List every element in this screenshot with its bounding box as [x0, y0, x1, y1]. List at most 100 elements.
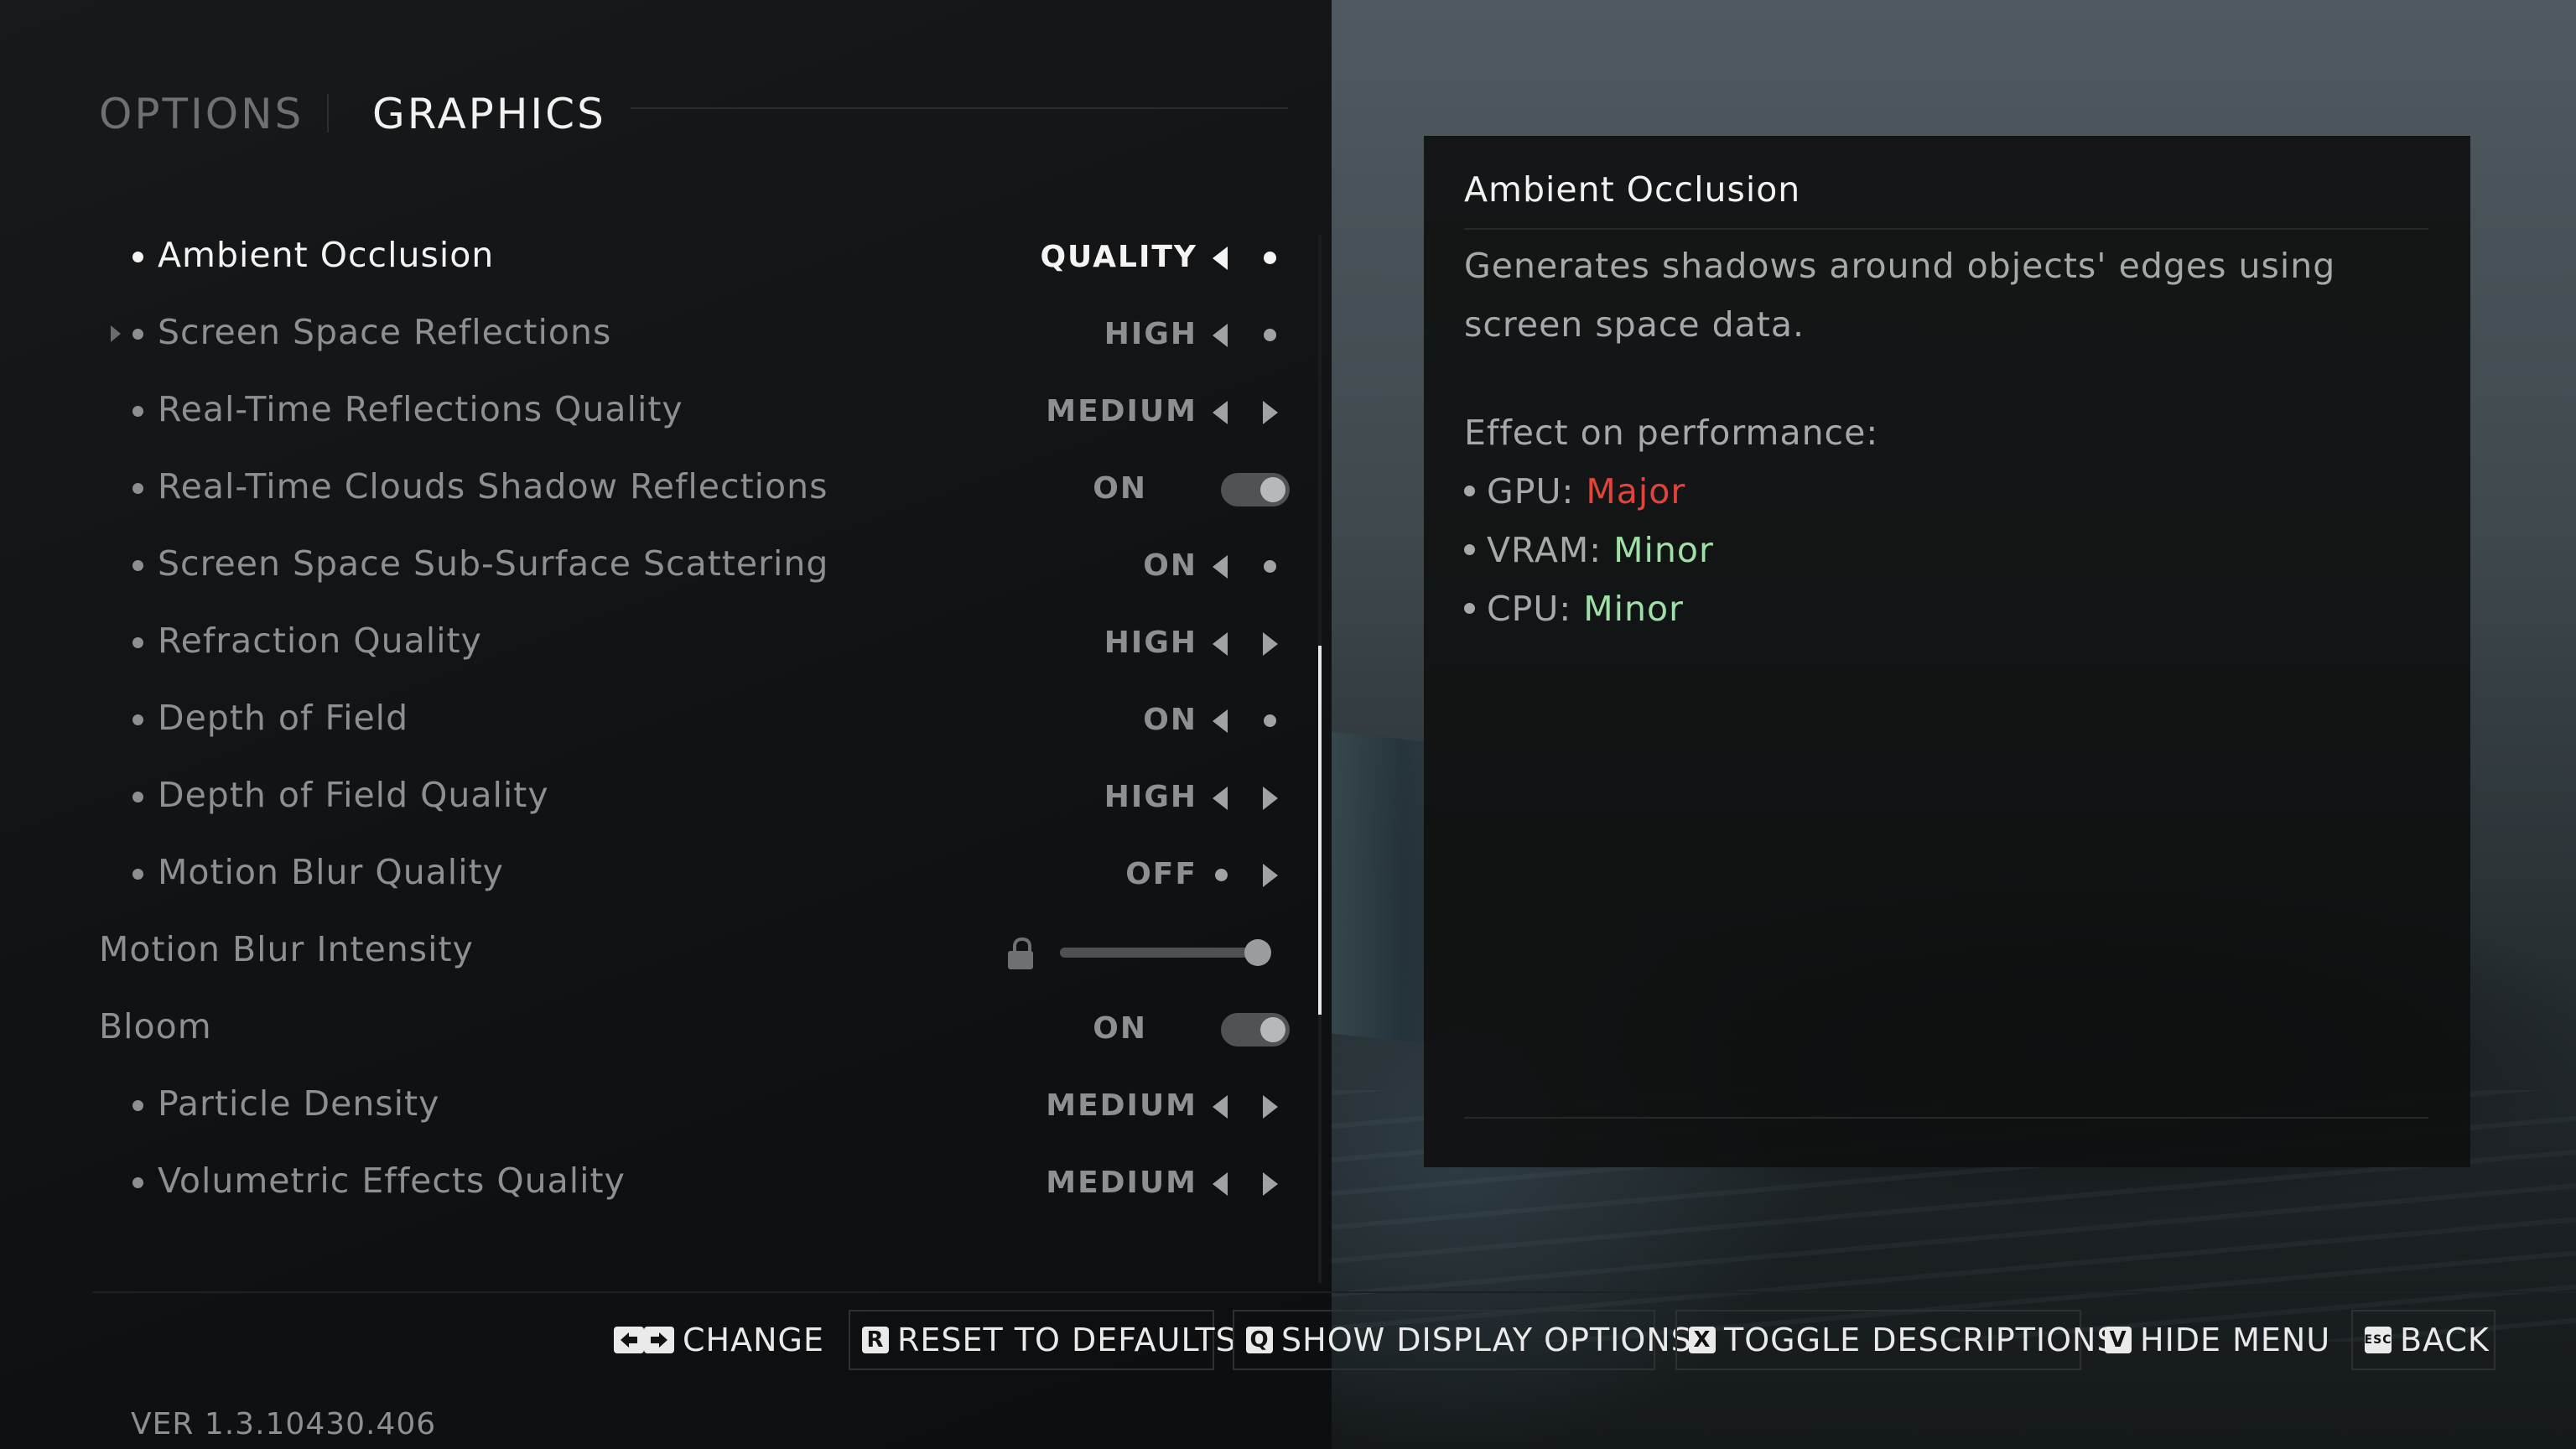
- setting-value: ON: [1143, 703, 1197, 737]
- toggle-knob: [1260, 1017, 1285, 1042]
- back-button[interactable]: ESC BACK: [2351, 1310, 2496, 1370]
- setting-row-bloom[interactable]: Bloom ON: [99, 991, 1290, 1068]
- bullet-icon: [132, 252, 143, 262]
- setting-value: ON: [1093, 471, 1147, 506]
- header-divider: [631, 107, 1288, 109]
- back-label: BACK: [2400, 1322, 2490, 1358]
- bullet-icon: [1464, 543, 1475, 555]
- performance-item-gpu: GPU: Major: [1464, 471, 1685, 512]
- bullet-icon: [132, 406, 143, 417]
- setting-value: HIGH: [1104, 780, 1197, 814]
- setting-label: Motion Blur Quality: [158, 852, 504, 892]
- setting-label: Real-Time Clouds Shadow Reflections: [158, 466, 828, 506]
- setting-label: Particle Density: [158, 1083, 440, 1124]
- performance-label: CPU:: [1487, 589, 1572, 629]
- change-hint[interactable]: CHANGE: [614, 1310, 824, 1370]
- bullet-icon: [132, 1177, 143, 1188]
- setting-value: OFF: [1125, 857, 1197, 891]
- description-text: Generates shadows around objects' edges …: [1464, 246, 2336, 345]
- setting-row-motion-blur-intensity[interactable]: Motion Blur Intensity: [99, 914, 1290, 991]
- lock-body: [1008, 951, 1033, 969]
- tab-graphics[interactable]: GRAPHICS: [372, 84, 606, 144]
- lock-icon: [1008, 937, 1033, 969]
- setting-label: Screen Space Sub-Surface Scattering: [158, 543, 829, 584]
- arrow-right-key-icon: [644, 1327, 674, 1353]
- v-key-icon: V: [2105, 1327, 2132, 1353]
- arrow-right-icon[interactable]: [1263, 787, 1278, 810]
- hide-menu-label: HIDE MENU: [2140, 1322, 2331, 1358]
- slider-fill: [1060, 948, 1261, 958]
- bullet-icon: [132, 792, 143, 802]
- toggle-descriptions-button[interactable]: X TOGGLE DESCRIPTIONS: [1675, 1310, 2117, 1370]
- show-display-options-button[interactable]: Q SHOW DISPLAY OPTIONS: [1233, 1310, 1691, 1370]
- performance-item-cpu: CPU: Minor: [1464, 589, 1684, 629]
- setting-label: Depth of Field: [158, 698, 409, 738]
- arrow-left-icon[interactable]: [1213, 324, 1228, 347]
- setting-value: QUALITY: [1040, 240, 1197, 274]
- footer-divider: [92, 1291, 2576, 1293]
- scrollbar-thumb[interactable]: [1318, 646, 1322, 1015]
- arrow-left-icon[interactable]: [1213, 247, 1228, 270]
- bullet-icon: [132, 329, 143, 340]
- arrow-left-icon[interactable]: [1213, 401, 1228, 424]
- settings-scrollbar[interactable]: [1318, 235, 1322, 1283]
- setting-value: MEDIUM: [1046, 1166, 1197, 1200]
- setting-row-realtime-reflections-quality[interactable]: Real-Time Reflections Quality MEDIUM: [99, 374, 1290, 451]
- arrow-right-icon[interactable]: [1263, 632, 1278, 656]
- setting-row-ambient-occlusion[interactable]: Ambient Occlusion QUALITY: [99, 220, 1290, 297]
- description-divider: [1464, 228, 2428, 230]
- performance-value: Minor: [1613, 530, 1714, 570]
- arrow-right-icon[interactable]: [1263, 864, 1278, 887]
- version-label: VER 1.3.10430.406: [131, 1407, 437, 1441]
- setting-label: Volumetric Effects Quality: [158, 1161, 626, 1201]
- slider-handle[interactable]: [1244, 939, 1271, 966]
- performance-item-vram: VRAM: Minor: [1464, 530, 1714, 570]
- reset-defaults-button[interactable]: R RESET TO DEFAULTS: [849, 1310, 1236, 1370]
- arrow-right-icon[interactable]: [1263, 1172, 1278, 1196]
- setting-label: Screen Space Reflections: [158, 312, 612, 352]
- arrow-left-icon[interactable]: [1213, 709, 1228, 733]
- setting-label: Real-Time Reflections Quality: [158, 389, 683, 429]
- performance-label: VRAM:: [1487, 530, 1602, 570]
- arrow-left-icon[interactable]: [1213, 787, 1228, 810]
- setting-label: Motion Blur Intensity: [99, 929, 474, 969]
- setting-row-depth-of-field-quality[interactable]: Depth of Field Quality HIGH: [99, 760, 1290, 837]
- arrow-right-icon[interactable]: [1263, 1095, 1278, 1119]
- setting-label: Depth of Field Quality: [158, 775, 549, 815]
- arrow-left-key-icon: [614, 1327, 644, 1353]
- arrow-left-icon[interactable]: [1213, 632, 1228, 656]
- description-title: Ambient Occlusion: [1464, 169, 1801, 210]
- performance-label: GPU:: [1487, 471, 1575, 512]
- hide-menu-button[interactable]: V HIDE MENU: [2105, 1310, 2330, 1370]
- setting-row-particle-density[interactable]: Particle Density MEDIUM: [99, 1068, 1290, 1145]
- start-dot-icon: [1215, 869, 1228, 881]
- setting-row-screen-space-reflections[interactable]: Screen Space Reflections HIGH: [99, 297, 1290, 374]
- expand-arrow-icon[interactable]: [111, 325, 121, 342]
- setting-row-depth-of-field[interactable]: Depth of Field ON: [99, 683, 1290, 760]
- setting-value: ON: [1143, 548, 1197, 583]
- arrow-left-icon[interactable]: [1213, 1095, 1228, 1119]
- setting-row-clouds-shadow-reflections[interactable]: Real-Time Clouds Shadow Reflections ON: [99, 451, 1290, 528]
- setting-row-refraction-quality[interactable]: Refraction Quality HIGH: [99, 605, 1290, 683]
- toggle-switch[interactable]: [1221, 473, 1290, 506]
- arrow-left-icon[interactable]: [1213, 555, 1228, 579]
- x-key-icon: X: [1689, 1327, 1716, 1353]
- r-key-icon: R: [862, 1327, 889, 1353]
- end-dot-icon: [1264, 714, 1276, 727]
- intensity-slider[interactable]: [1060, 939, 1271, 966]
- setting-row-volumetric-effects-quality[interactable]: Volumetric Effects Quality MEDIUM: [99, 1145, 1290, 1223]
- arrow-left-icon[interactable]: [1213, 1172, 1228, 1196]
- bullet-icon: [132, 1100, 143, 1111]
- setting-row-subsurface-scattering[interactable]: Screen Space Sub-Surface Scattering ON: [99, 528, 1290, 605]
- arrow-right-icon[interactable]: [1263, 401, 1278, 424]
- tab-options[interactable]: OPTIONS: [99, 84, 304, 144]
- bullet-icon: [132, 560, 143, 571]
- toggle-switch[interactable]: [1221, 1013, 1290, 1046]
- setting-value: MEDIUM: [1046, 394, 1197, 428]
- setting-row-motion-blur-quality[interactable]: Motion Blur Quality OFF: [99, 837, 1290, 914]
- end-dot-icon: [1264, 252, 1276, 264]
- performance-value: Minor: [1583, 589, 1684, 629]
- performance-value: Major: [1586, 471, 1686, 512]
- description-bottom-divider: [1464, 1117, 2428, 1119]
- bullet-icon: [132, 714, 143, 725]
